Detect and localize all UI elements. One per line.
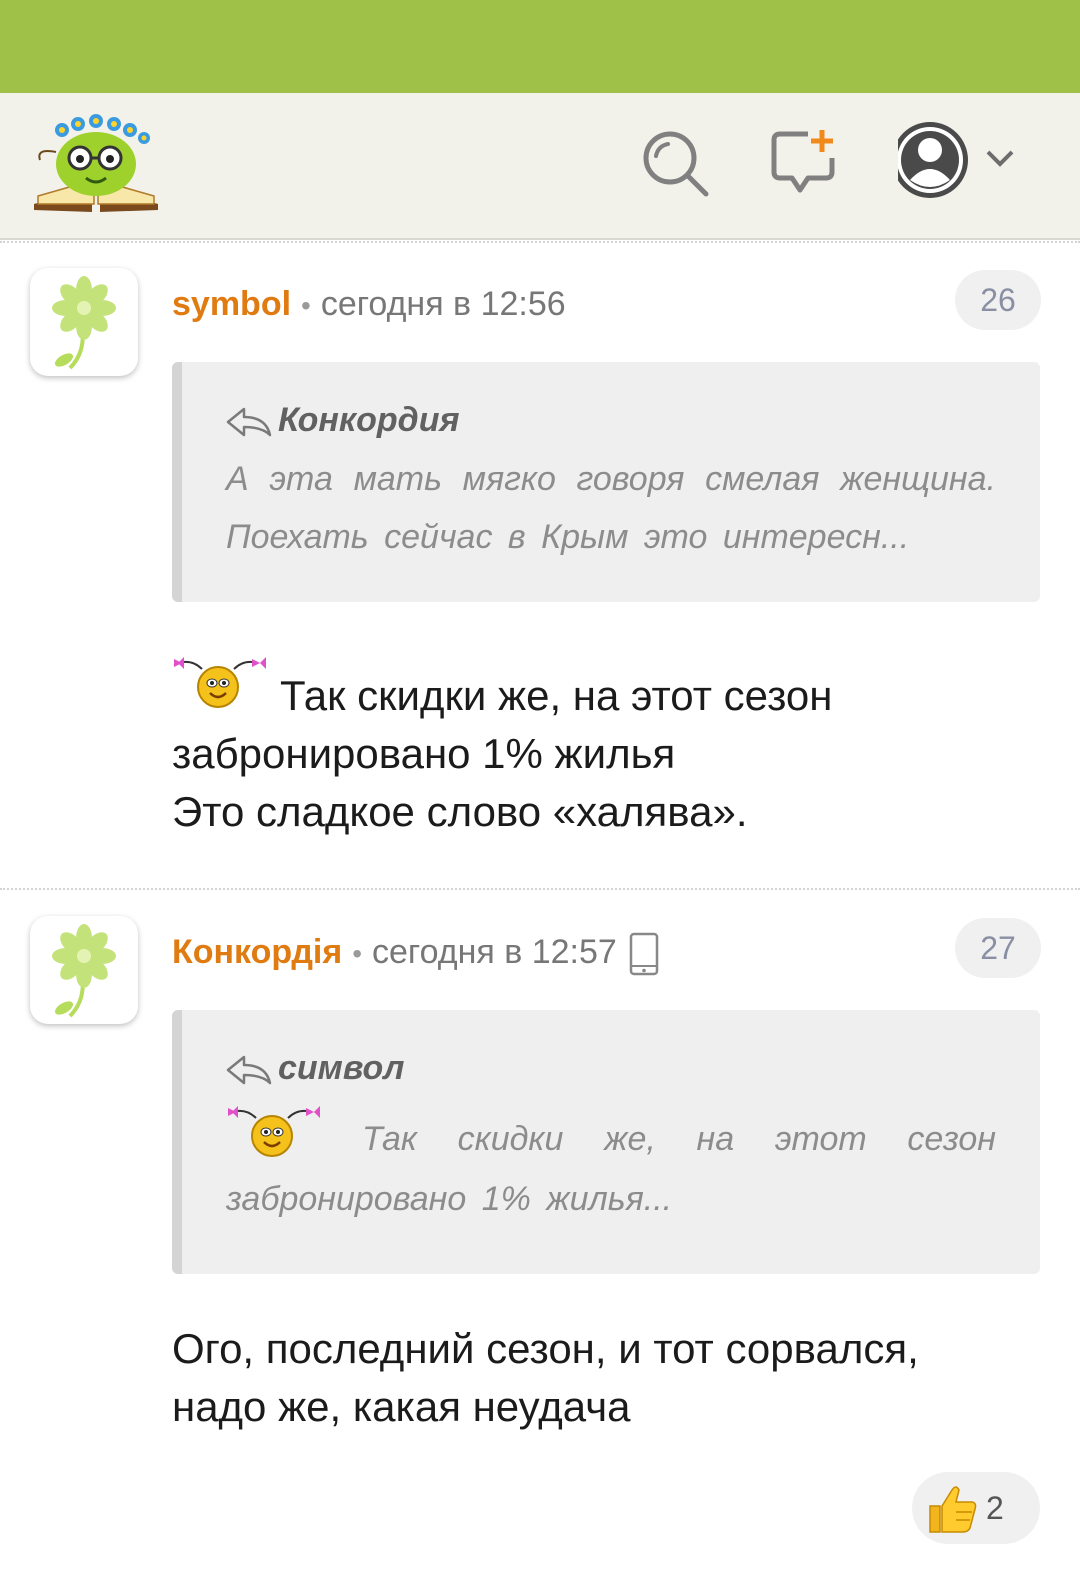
- comment-meta: symbol • сегодня в 12:56: [172, 284, 566, 326]
- quote-author: символ: [278, 1049, 405, 1087]
- comment-time: сегодня в 12:57: [372, 933, 617, 971]
- comment-number-badge[interactable]: 27: [955, 918, 1041, 978]
- comment-author[interactable]: symbol: [172, 285, 291, 323]
- header-divider: [0, 241, 1080, 243]
- flower-icon: [52, 276, 116, 370]
- body-line: надо же, какая неудача: [172, 1383, 631, 1430]
- quote-author: Конкордия: [278, 401, 460, 439]
- user-avatar-icon[interactable]: [898, 120, 1028, 205]
- quote-text-line: забронировано 1% жилья...: [226, 1180, 673, 1218]
- body-line: Это сладкое слово «халява».: [172, 788, 748, 835]
- quote-text-line: Так скидки же, на этот сезон: [362, 1120, 996, 1158]
- quote-text: А эта мать мягко говоря смелая женщина. …: [226, 460, 996, 556]
- status-bar: [0, 0, 1080, 93]
- search-icon[interactable]: [640, 128, 710, 198]
- comment-author[interactable]: Конкордія: [172, 933, 342, 971]
- flower-icon: [52, 924, 116, 1018]
- reply-arrow-icon: [226, 407, 272, 437]
- comment-divider: [0, 888, 1080, 890]
- body-line: Ого, последний сезон, и тот сорвался,: [172, 1325, 919, 1372]
- comment-body: Ого, последний сезон, и тот сорвался, на…: [172, 1320, 1032, 1436]
- thumbs-up-icon: [929, 1486, 977, 1533]
- quote-header: символ: [226, 1046, 996, 1090]
- meta-separator: •: [301, 290, 311, 321]
- quoted-comment[interactable]: символ Так скидки же, на этот сезон забр…: [172, 1010, 1040, 1274]
- site-logo[interactable]: [32, 112, 160, 212]
- quoted-comment[interactable]: Конкордия А эта мать мягко говоря смелая…: [172, 362, 1040, 602]
- meta-separator: •: [352, 938, 362, 969]
- commenter-avatar[interactable]: [30, 916, 138, 1024]
- smiley-emoji-icon: [228, 1106, 320, 1157]
- like-button[interactable]: 2: [912, 1472, 1040, 1544]
- comment-body: Так скидки же, на этот сезон забронирова…: [172, 645, 1032, 841]
- reply-arrow-icon: [226, 1055, 272, 1085]
- new-message-icon[interactable]: [770, 128, 840, 198]
- like-count: 2: [986, 1490, 1004, 1526]
- smiley-emoji-icon: [174, 657, 266, 708]
- comment-meta: Конкордія • сегодня в 12:57: [172, 932, 659, 976]
- quote-header: Конкордия: [226, 398, 996, 442]
- mobile-phone-icon: [629, 932, 659, 976]
- comment-number-badge[interactable]: 26: [955, 270, 1041, 330]
- body-line: Так скидки же, на этот сезон: [280, 672, 833, 719]
- comment-time: сегодня в 12:56: [320, 285, 566, 323]
- commenter-avatar[interactable]: [30, 268, 138, 376]
- body-line: забронировано 1% жилья: [172, 730, 676, 777]
